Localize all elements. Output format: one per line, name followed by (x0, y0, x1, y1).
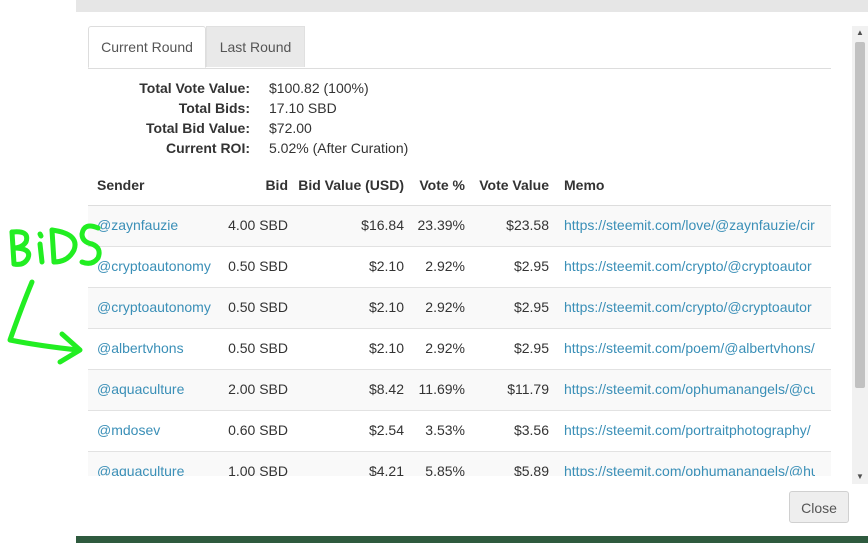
sender-link[interactable]: @mdosev (97, 411, 227, 451)
column-header-vote-value: Vote Value (479, 177, 549, 193)
close-button[interactable]: Close (789, 491, 849, 523)
memo-link[interactable]: https://steemit.com/love/@zaynfauzie/cir (564, 206, 815, 246)
scroll-down-icon[interactable]: ▼ (852, 470, 868, 484)
vote-value: $2.95 (513, 340, 549, 356)
table-header: Sender Bid Bid Value (USD) Vote % Vote V… (88, 169, 831, 206)
bids-annotation (7, 223, 102, 365)
memo-link[interactable]: https://steemit.com/crypto/@cryptoautor (564, 247, 815, 287)
sender-link[interactable]: @aquaculture (97, 452, 227, 476)
bid-amount: 4.00 SBD (228, 217, 288, 233)
column-header-bid: Bid (265, 177, 288, 193)
bids-modal: Current Round Last Round Total Vote Valu… (76, 12, 868, 536)
vote-value: $11.79 (507, 381, 549, 397)
bid-amount: 2.00 SBD (228, 381, 288, 397)
summary-row-total-bids: Total Bids: 17.10 SBD (88, 98, 488, 118)
summary-key: Total Bids: (178, 100, 250, 116)
round-summary: Total Vote Value: $100.82 (100%) Total B… (88, 78, 488, 158)
table-row: @mdosev 0.60 SBD $2.54 3.53% $3.56 https… (88, 411, 831, 452)
memo-link[interactable]: https://steemit.com/poem/@albertvhons/ (564, 329, 815, 369)
sender-link[interactable]: @cryptoautonomy (97, 247, 227, 287)
tab-last-round[interactable]: Last Round (206, 26, 305, 67)
memo-link[interactable]: https://steemit.com/crypto/@cryptoautor (564, 288, 815, 328)
page-top-band (76, 0, 868, 12)
scroll-up-icon[interactable]: ▲ (852, 26, 868, 40)
vote-percent: 2.92% (425, 299, 465, 315)
bid-value: $16.84 (361, 217, 404, 233)
bid-amount: 1.00 SBD (228, 463, 288, 476)
summary-value: $72.00 (269, 120, 312, 136)
vertical-scrollbar[interactable]: ▲ ▼ (852, 26, 868, 484)
vote-percent: 3.53% (425, 422, 465, 438)
column-header-memo: Memo (564, 177, 605, 193)
memo-link[interactable]: https://steemit.com/ophumanangels/@cu (564, 370, 815, 410)
memo-link[interactable]: https://steemit.com/portraitphotography/ (564, 411, 815, 451)
vote-value: $2.95 (513, 299, 549, 315)
scrollbar-thumb[interactable] (855, 42, 865, 388)
vote-value: $23.58 (506, 217, 549, 233)
table-row: @albertvhons 0.50 SBD $2.10 2.92% $2.95 … (88, 329, 831, 370)
bid-value: $2.10 (368, 340, 404, 356)
memo-link[interactable]: https://steemit.com/ophumanangels/@hu (564, 452, 815, 476)
bid-amount: 0.50 SBD (228, 258, 288, 274)
summary-value: $100.82 (100%) (269, 80, 369, 96)
table-row: @aquaculture 2.00 SBD $8.42 11.69% $11.7… (88, 370, 831, 411)
vote-value: $3.56 (513, 422, 549, 438)
summary-value: 5.02% (After Curation) (269, 140, 409, 156)
bid-amount: 0.50 SBD (228, 340, 288, 356)
summary-key: Total Bid Value: (146, 120, 250, 136)
vote-percent: 11.69% (418, 381, 465, 397)
vote-percent: 2.92% (425, 340, 465, 356)
vote-value: $2.95 (513, 258, 549, 274)
summary-row-total-bid-value: Total Bid Value: $72.00 (88, 118, 488, 138)
annotation-arrow-icon (7, 279, 83, 365)
summary-key: Current ROI: (166, 140, 250, 156)
bid-value: $2.10 (368, 258, 404, 274)
column-header-vote-pct: Vote % (419, 177, 465, 193)
tab-bar: Current Round Last Round (88, 26, 831, 69)
table-row: @cryptoautonomy 0.50 SBD $2.10 2.92% $2.… (88, 288, 831, 329)
table-body: @zaynfauzie 4.00 SBD $16.84 23.39% $23.5… (88, 206, 831, 476)
bid-amount: 0.50 SBD (228, 299, 288, 315)
sender-link[interactable]: @albertvhons (97, 329, 227, 369)
column-header-bid-value: Bid Value (USD) (298, 177, 404, 193)
sender-link[interactable]: @zaynfauzie (97, 206, 227, 246)
sender-link[interactable]: @aquaculture (97, 370, 227, 410)
vote-percent: 23.39% (417, 217, 465, 233)
annotation-bids-lettering (9, 223, 102, 267)
bid-value: $4.21 (368, 463, 404, 476)
table-row: @zaynfauzie 4.00 SBD $16.84 23.39% $23.5… (88, 206, 831, 247)
vote-percent: 5.85% (425, 463, 465, 476)
vote-percent: 2.92% (425, 258, 465, 274)
bids-table: Sender Bid Bid Value (USD) Vote % Vote V… (88, 169, 831, 476)
table-row: @aquaculture 1.00 SBD $4.21 5.85% $5.89 … (88, 452, 831, 476)
sender-link[interactable]: @cryptoautonomy (97, 288, 227, 328)
summary-value: 17.10 SBD (269, 100, 337, 116)
bid-value: $8.42 (368, 381, 404, 397)
vote-value: $5.89 (513, 463, 549, 476)
summary-row-current-roi: Current ROI: 5.02% (After Curation) (88, 138, 488, 158)
summary-row-total-vote-value: Total Vote Value: $100.82 (100%) (88, 78, 488, 98)
bid-amount: 0.60 SBD (228, 422, 288, 438)
page-footer-strip (76, 536, 868, 543)
bid-value: $2.54 (368, 422, 404, 438)
table-row: @cryptoautonomy 0.50 SBD $2.10 2.92% $2.… (88, 247, 831, 288)
summary-key: Total Vote Value: (139, 80, 250, 96)
bid-value: $2.10 (368, 299, 404, 315)
